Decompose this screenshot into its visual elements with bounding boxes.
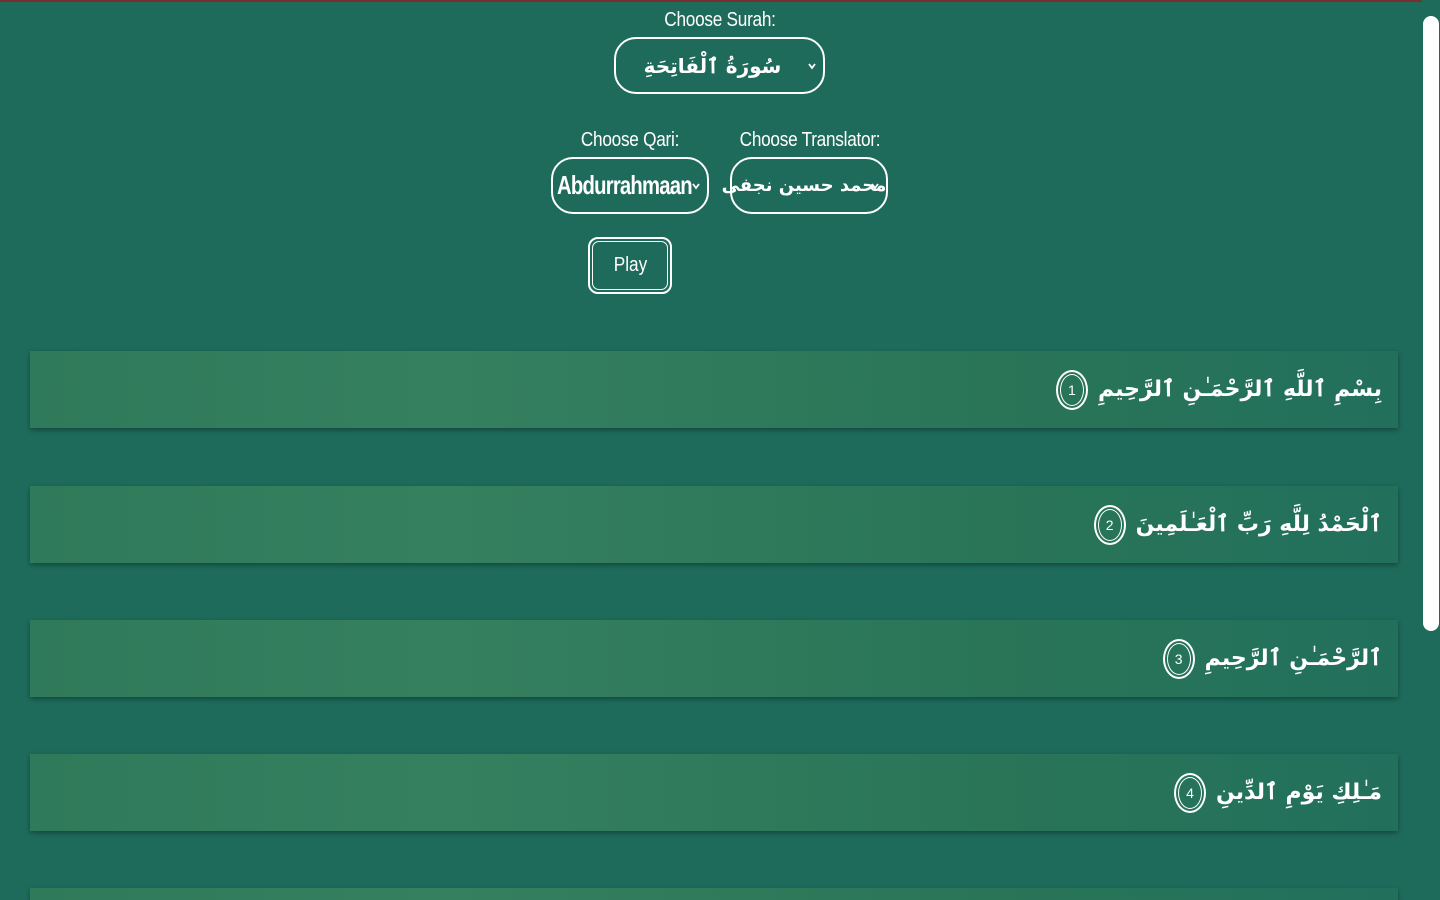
chevron-down-icon	[692, 182, 700, 189]
chevron-down-icon	[808, 62, 816, 69]
ayah-text: ٱلْحَمْدُ لِلَّهِ رَبِّ ٱلْعَـٰلَمِينَ	[1135, 512, 1382, 537]
scrollbar-thumb[interactable]	[1423, 16, 1439, 631]
qari-label: Choose Qari:	[580, 129, 680, 151]
ayah-number-badge: 3	[1162, 638, 1195, 679]
ayah-number-badge: 4	[1173, 772, 1206, 813]
ayah-text: ٱلرَّحْمَـٰنِ ٱلرَّحِيمِ	[1204, 646, 1382, 671]
chevron-down-icon	[871, 182, 879, 189]
ayah-text: بِسْمِ ٱللَّهِ ٱلرَّحْمَـٰنِ ٱلرَّحِيمِ	[1097, 377, 1382, 402]
top-border	[0, 0, 1440, 2]
surah-select-value: سُورَةُ ٱلْفَاتِحَةِ	[643, 53, 782, 78]
play-button[interactable]: Play	[588, 237, 672, 294]
ayah-row[interactable]: 3 ٱلرَّحْمَـٰنِ ٱلرَّحِيمِ	[30, 620, 1398, 697]
ayah-number-badge: 1	[1055, 369, 1088, 410]
ayah-row[interactable]: 4 مَـٰلِكِ يَوْمِ ٱلدِّينِ	[30, 754, 1398, 831]
ayah-row-partial[interactable]	[30, 888, 1398, 900]
ayah-row[interactable]: 2 ٱلْحَمْدُ لِلَّهِ رَبِّ ٱلْعَـٰلَمِينَ	[30, 486, 1398, 563]
surah-select[interactable]: سُورَةُ ٱلْفَاتِحَةِ	[614, 37, 825, 94]
translator-label: Choose Translator:	[739, 129, 881, 151]
qari-select[interactable]: Abdurrahmaan	[551, 157, 709, 214]
ayah-number-badge: 2	[1093, 504, 1126, 545]
translator-select[interactable]: محمد حسين نجفى	[722, 157, 888, 214]
ayah-text: مَـٰلِكِ يَوْمِ ٱلدِّينِ	[1215, 780, 1382, 805]
play-button-label: Play	[613, 254, 647, 276]
ayah-number: 4	[1186, 784, 1194, 801]
ayah-row[interactable]: 1 بِسْمِ ٱللَّهِ ٱلرَّحْمَـٰنِ ٱلرَّحِيم…	[30, 351, 1398, 428]
ayah-number: 3	[1174, 650, 1183, 667]
qari-select-value: Abdurrahmaan	[556, 170, 693, 200]
scrollbar-track[interactable]	[1422, 0, 1440, 900]
surah-label: Choose Surah:	[664, 9, 776, 31]
ayah-number: 2	[1105, 516, 1114, 533]
ayah-number: 1	[1068, 381, 1076, 398]
translator-select-value: محمد حسين نجفى	[721, 175, 887, 196]
